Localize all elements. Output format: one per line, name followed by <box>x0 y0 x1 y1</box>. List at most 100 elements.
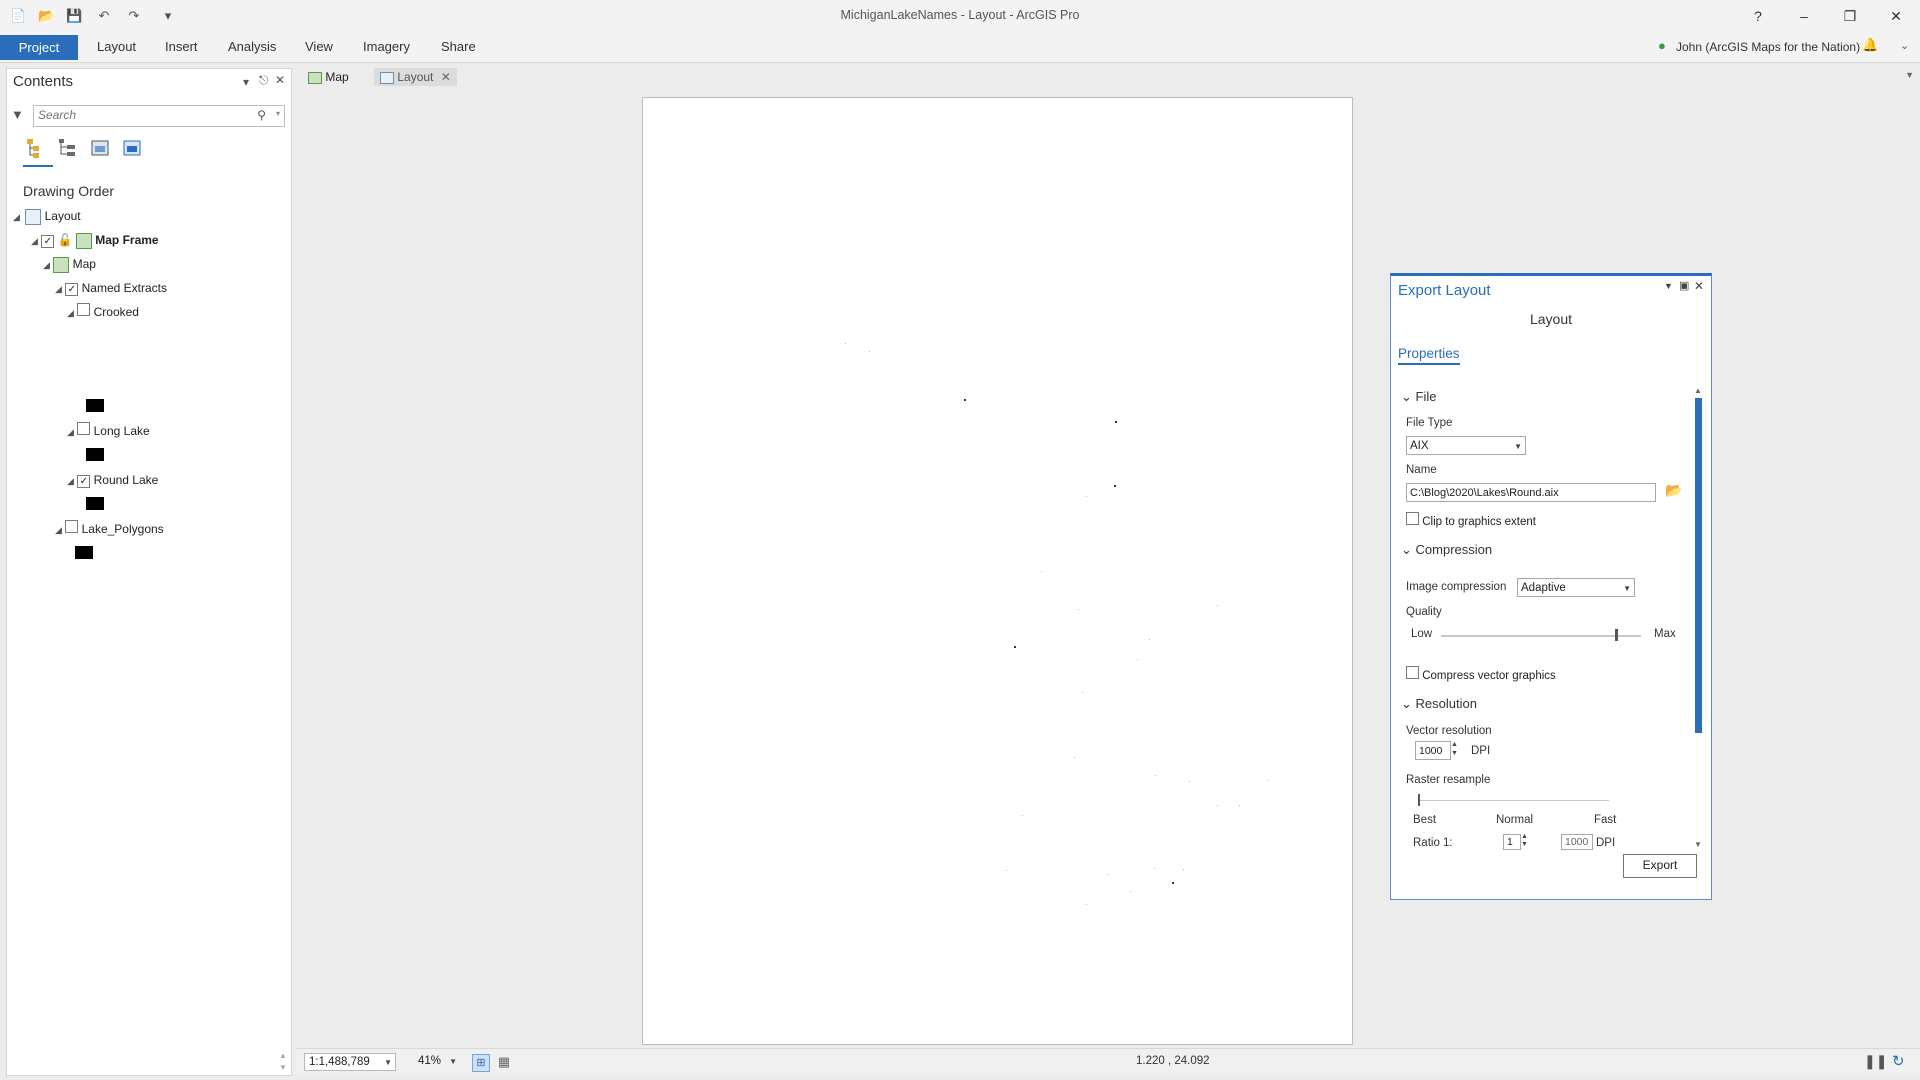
filter-icon[interactable]: ▼ <box>11 107 24 122</box>
collapse-triangle-icon[interactable]: ◢ <box>43 260 50 270</box>
restore-button[interactable]: ❐ <box>1830 4 1870 28</box>
tree-item-map-frame[interactable]: ◢ ✓ 🔓 Map Frame <box>31 230 159 250</box>
map-point <box>1114 485 1116 487</box>
file-type-dropdown[interactable]: AIX ▼ <box>1406 436 1526 455</box>
close-pane-icon[interactable]: ✕ <box>275 73 285 87</box>
search-options-icon[interactable]: ▾ <box>276 109 280 118</box>
compress-vector-checkbox[interactable] <box>1406 666 1419 679</box>
collapse-triangle-icon[interactable]: ◢ <box>31 236 38 246</box>
ratio-spinner[interactable]: ▲ ▼ <box>1521 833 1528 849</box>
export-button[interactable]: Export <box>1623 854 1697 878</box>
minimize-button[interactable]: – <box>1784 4 1824 28</box>
collapse-triangle-icon[interactable]: ◢ <box>67 427 74 437</box>
vector-resolution-spinner[interactable]: ▲ ▼ <box>1451 740 1458 758</box>
contents-search[interactable]: ⚲ ▾ <box>33 105 285 127</box>
scroll-up-icon[interactable]: ▲ <box>1694 386 1702 395</box>
ratio-input[interactable]: 1 <box>1503 834 1521 850</box>
tree-item-map[interactable]: ◢ Map <box>43 254 96 274</box>
collapse-triangle-icon[interactable]: ◢ <box>55 284 62 294</box>
tab-properties[interactable]: Properties <box>1398 346 1460 365</box>
scale-dropdown[interactable]: 1:1,488,789 ▼ <box>304 1053 396 1071</box>
collapse-triangle-icon[interactable]: ◢ <box>13 212 20 222</box>
search-input[interactable] <box>34 106 242 124</box>
lake-polygons-checkbox[interactable] <box>65 520 79 533</box>
tree-item-long-lake[interactable]: ◢ Long Lake <box>67 421 150 441</box>
map-point <box>869 351 870 352</box>
pause-drawing-icon[interactable]: ❚❚ <box>1864 1053 1887 1070</box>
list-by-drawing-order-icon[interactable] <box>25 137 47 159</box>
tab-project[interactable]: Project <box>0 35 78 60</box>
tab-list-dropdown-icon[interactable]: ▼ <box>1905 70 1914 80</box>
clip-to-graphics-checkbox[interactable] <box>1406 512 1419 525</box>
tree-item-lake-polygons[interactable]: ◢ Lake_Polygons <box>55 519 164 539</box>
maximize-pane-icon[interactable]: ▣ <box>1679 279 1689 292</box>
image-compression-dropdown[interactable]: Adaptive ▼ <box>1517 578 1635 597</box>
long-lake-symbol-swatch[interactable] <box>86 448 104 461</box>
pin-icon[interactable]: ⎋ <box>259 73 269 88</box>
close-pane-icon[interactable]: ✕ <box>1694 279 1704 293</box>
chevron-down-icon: ⌄ <box>1401 389 1412 404</box>
tab-analysis[interactable]: Analysis <box>228 39 276 54</box>
quality-slider-track[interactable] <box>1441 635 1641 637</box>
tab-imagery[interactable]: Imagery <box>363 39 410 54</box>
grid-icon[interactable]: ▦ <box>496 1054 512 1070</box>
collapse-triangle-icon[interactable]: ◢ <box>67 476 74 486</box>
tree-item-named-extracts[interactable]: ◢ ✓ Named Extracts <box>55 278 167 298</box>
tree-item-round-lake[interactable]: ◢ ✓ Round Lake <box>67 470 158 490</box>
tree-item-layout[interactable]: ◢ Layout <box>13 206 81 226</box>
layout-icon <box>25 208 42 225</box>
tree-item-crooked[interactable]: ◢ Crooked <box>67 302 139 322</box>
pane-scroll-down-icon[interactable]: ▼ <box>279 1063 287 1072</box>
tab-map-view[interactable]: Map <box>302 68 355 86</box>
vector-resolution-input[interactable]: 1000 <box>1415 741 1451 760</box>
scroll-down-icon[interactable]: ▼ <box>1694 840 1702 849</box>
pane-scroll-up-icon[interactable]: ▲ <box>279 1051 287 1060</box>
search-icon[interactable]: ⚲ <box>257 108 266 122</box>
zoom-dropdown[interactable]: 41% ▼ <box>414 1053 460 1071</box>
layout-page[interactable] <box>642 97 1353 1045</box>
tab-insert[interactable]: Insert <box>165 39 198 54</box>
file-section-header[interactable]: ⌄ File <box>1401 389 1436 405</box>
lake-polygons-symbol-swatch[interactable] <box>75 546 93 559</box>
list-by-source-icon[interactable] <box>57 137 79 159</box>
close-tab-icon[interactable]: ✕ <box>441 70 451 84</box>
crooked-symbol-swatch[interactable] <box>86 399 104 412</box>
long-lake-checkbox[interactable] <box>77 422 91 435</box>
ribbon-collapse-icon[interactable]: ⌄ <box>1900 39 1909 52</box>
close-button[interactable]: ✕ <box>1876 4 1916 28</box>
resolution-section-header[interactable]: ⌄ Resolution <box>1401 696 1477 712</box>
resample-slider-track[interactable] <box>1419 800 1609 801</box>
help-button[interactable]: ? <box>1738 4 1778 28</box>
scrollbar-thumb[interactable] <box>1695 398 1702 733</box>
tab-view[interactable]: View <box>305 39 333 54</box>
export-pane-scrollbar[interactable]: ▲ ▼ <box>1694 386 1704 853</box>
tab-share[interactable]: Share <box>441 39 476 54</box>
notification-bell-icon[interactable]: 🔔 <box>1862 37 1878 53</box>
list-by-editing-icon[interactable] <box>121 137 143 159</box>
map-frame-checkbox[interactable]: ✓ <box>41 235 55 248</box>
list-by-selection-icon[interactable] <box>89 137 111 159</box>
round-lake-checkbox[interactable]: ✓ <box>77 475 91 488</box>
refresh-icon[interactable]: ↻ <box>1892 1052 1905 1070</box>
tab-layout[interactable]: Layout <box>97 39 136 54</box>
map-point <box>1217 605 1218 606</box>
user-account[interactable]: John (ArcGIS Maps for the Nation) <box>1676 40 1860 54</box>
tab-layout-view[interactable]: Layout ✕ <box>374 68 457 86</box>
resample-slider-thumb[interactable] <box>1418 794 1420 806</box>
crooked-checkbox[interactable] <box>77 303 91 316</box>
collapse-triangle-icon[interactable]: ◢ <box>67 308 74 318</box>
clip-to-graphics-option[interactable]: Clip to graphics extent <box>1406 512 1536 528</box>
compression-section-header[interactable]: ⌄ Compression <box>1401 542 1492 558</box>
ratio-dpi-input[interactable]: 1000 <box>1561 834 1593 850</box>
pane-options-icon[interactable]: ▾ <box>243 75 249 89</box>
compress-vector-option[interactable]: Compress vector graphics <box>1406 666 1556 682</box>
round-lake-symbol-swatch[interactable] <box>86 497 104 510</box>
pane-options-icon[interactable]: ▼ <box>1664 281 1673 291</box>
named-extracts-checkbox[interactable]: ✓ <box>65 283 79 296</box>
collapse-triangle-icon[interactable]: ◢ <box>55 525 62 535</box>
map-icon <box>53 256 70 273</box>
snapping-icon[interactable]: ⊞ <box>472 1054 490 1072</box>
quality-slider-thumb[interactable] <box>1615 629 1618 641</box>
browse-folder-icon[interactable]: 📂 <box>1665 482 1682 499</box>
file-name-input[interactable]: C:\Blog\2020\Lakes\Round.aix <box>1406 483 1656 502</box>
